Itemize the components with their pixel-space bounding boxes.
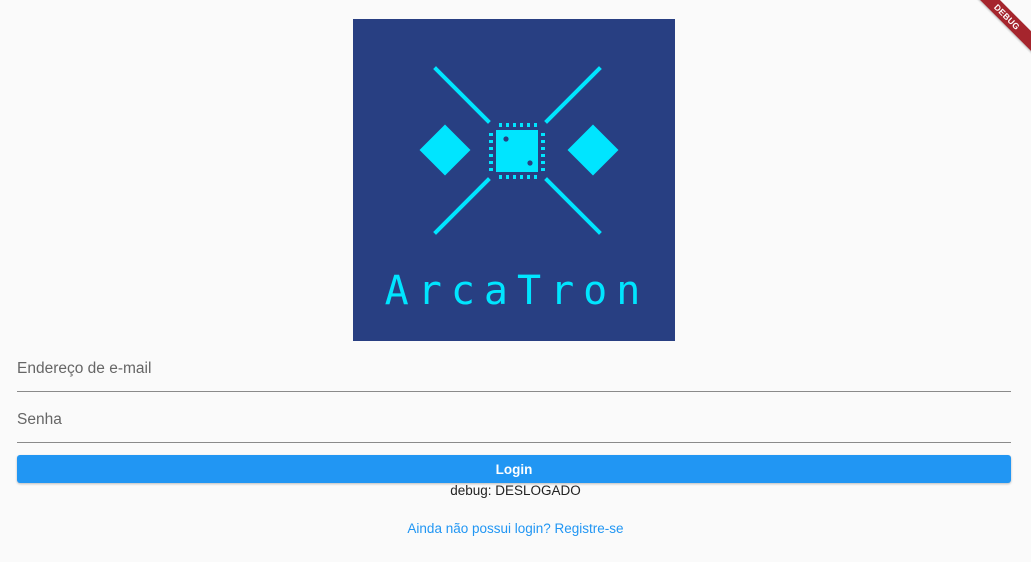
login-button[interactable]: Login bbox=[17, 455, 1011, 483]
login-status-text: debug: DESLOGADO bbox=[450, 483, 581, 498]
chip-icon bbox=[489, 123, 545, 179]
register-link[interactable]: Ainda não possui login? Registre-se bbox=[0, 520, 1031, 538]
arcatron-logo: ArcaTron bbox=[353, 19, 675, 341]
debug-banner: DEBUG bbox=[971, 0, 1031, 60]
logo-image: ArcaTron bbox=[353, 19, 675, 341]
logo-text: ArcaTron bbox=[385, 268, 650, 314]
password-field-container bbox=[17, 397, 1011, 443]
email-field[interactable] bbox=[17, 346, 1011, 392]
login-screen: DEBUG ArcaTron Endereço de e-mail Login … bbox=[0, 0, 1031, 562]
password-field[interactable] bbox=[17, 397, 1011, 443]
email-field-container bbox=[17, 346, 1011, 392]
debug-banner-label: DEBUG bbox=[971, 0, 1031, 58]
